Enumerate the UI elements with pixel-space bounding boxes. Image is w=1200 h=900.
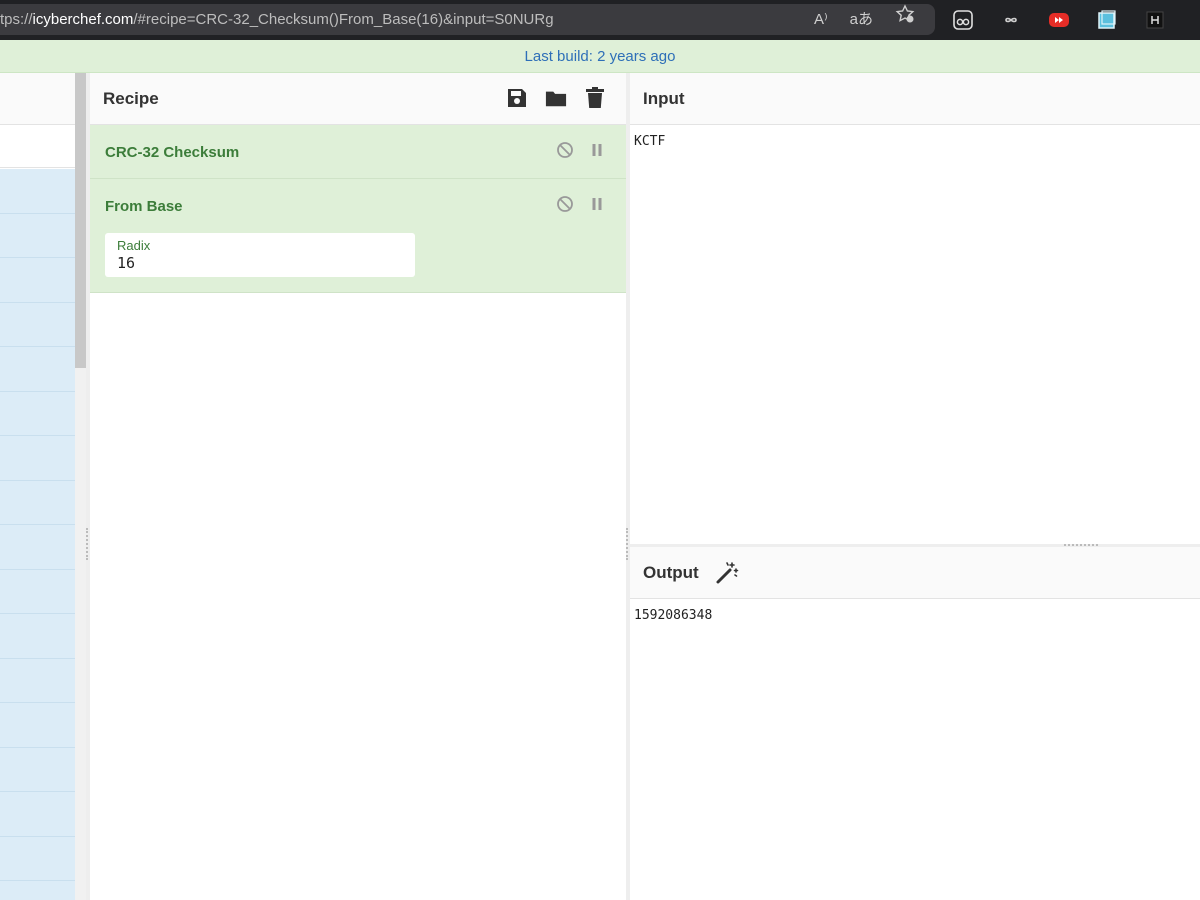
disable-icon[interactable] (556, 141, 574, 159)
output-title: Output (643, 562, 699, 582)
list-item[interactable] (0, 570, 75, 614)
url-host: icyberchef.com (32, 11, 134, 28)
recipe-operation-crc32[interactable]: CRC-32 Checksum (90, 125, 626, 179)
radix-field[interactable]: Radix 16 (105, 233, 415, 277)
recipe-header: Recipe (90, 73, 626, 125)
extension-window-icon[interactable] (1096, 9, 1118, 31)
operations-panel (0, 73, 86, 900)
recipe-title: Recipe (103, 88, 159, 108)
url-prefix: tps:// (0, 11, 33, 28)
trash-icon[interactable] (584, 86, 606, 110)
operation-controls (556, 195, 606, 213)
operation-controls (556, 141, 606, 159)
list-item[interactable] (0, 748, 75, 792)
address-bar-actions: A⁾ aあ (814, 4, 915, 35)
list-item[interactable] (0, 525, 75, 570)
output-panel: Output 1592086348 (630, 547, 1200, 900)
build-banner-text[interactable]: Last build: 2 years ago (525, 48, 676, 65)
list-item[interactable] (0, 347, 75, 392)
disable-icon[interactable] (556, 195, 574, 213)
list-item[interactable] (0, 481, 75, 525)
output-text[interactable]: 1592086348 (630, 599, 1200, 632)
input-header: Input (630, 73, 1200, 125)
operation-title: From Base (105, 198, 183, 215)
radix-label: Radix (117, 238, 151, 253)
input-textarea[interactable]: KCTF (630, 125, 1200, 158)
list-item[interactable] (0, 837, 75, 881)
translate-icon[interactable]: aあ (850, 4, 873, 35)
extension-youtube-icon[interactable] (1048, 9, 1070, 31)
save-icon[interactable] (506, 86, 528, 110)
input-panel: Input KCTF (630, 73, 1200, 544)
browser-toolbar: tps://icyberchef.com/#recipe=CRC-32_Chec… (0, 0, 1200, 40)
pause-icon[interactable] (588, 141, 606, 159)
operations-list (0, 169, 75, 900)
extension-h-icon[interactable] (1144, 9, 1166, 31)
input-title: Input (643, 88, 685, 108)
radix-value[interactable]: 16 (117, 254, 135, 272)
list-item[interactable] (0, 169, 75, 214)
operation-title: CRC-32 Checksum (105, 144, 240, 161)
list-item[interactable] (0, 436, 75, 481)
list-item[interactable] (0, 303, 75, 347)
read-aloud-icon[interactable]: A⁾ (814, 4, 828, 35)
folder-icon[interactable] (545, 86, 567, 110)
list-item[interactable] (0, 614, 75, 659)
recipe-operation-from-base[interactable]: From Base Radix 16 (90, 179, 626, 293)
recipe-panel: Recipe CRC-32 Checksum From Base Radix 1… (90, 73, 626, 900)
magic-wand-icon[interactable] (715, 561, 739, 585)
favorite-star-icon[interactable] (895, 4, 915, 35)
operations-header (0, 73, 75, 125)
operations-scrollbar-thumb[interactable] (75, 73, 86, 368)
list-item[interactable] (0, 258, 75, 303)
extensions-bar (952, 8, 1166, 32)
operations-scrollbar[interactable] (75, 73, 86, 900)
list-item[interactable] (0, 659, 75, 703)
build-banner: Last build: 2 years ago (0, 40, 1200, 73)
list-item[interactable] (0, 214, 75, 258)
output-header: Output (630, 547, 1200, 599)
list-item[interactable] (0, 792, 75, 837)
extension-glasses-icon[interactable] (952, 9, 974, 31)
list-item[interactable] (0, 703, 75, 748)
extension-infinity-icon[interactable] (1000, 9, 1022, 31)
address-bar[interactable]: tps://icyberchef.com/#recipe=CRC-32_Chec… (0, 4, 935, 35)
pause-icon[interactable] (588, 195, 606, 213)
url-rest: /#recipe=CRC-32_Checksum()From_Base(16)&… (133, 11, 554, 28)
operations-search-input[interactable] (0, 125, 75, 168)
recipe-toolbar (506, 86, 606, 110)
list-item[interactable] (0, 392, 75, 436)
